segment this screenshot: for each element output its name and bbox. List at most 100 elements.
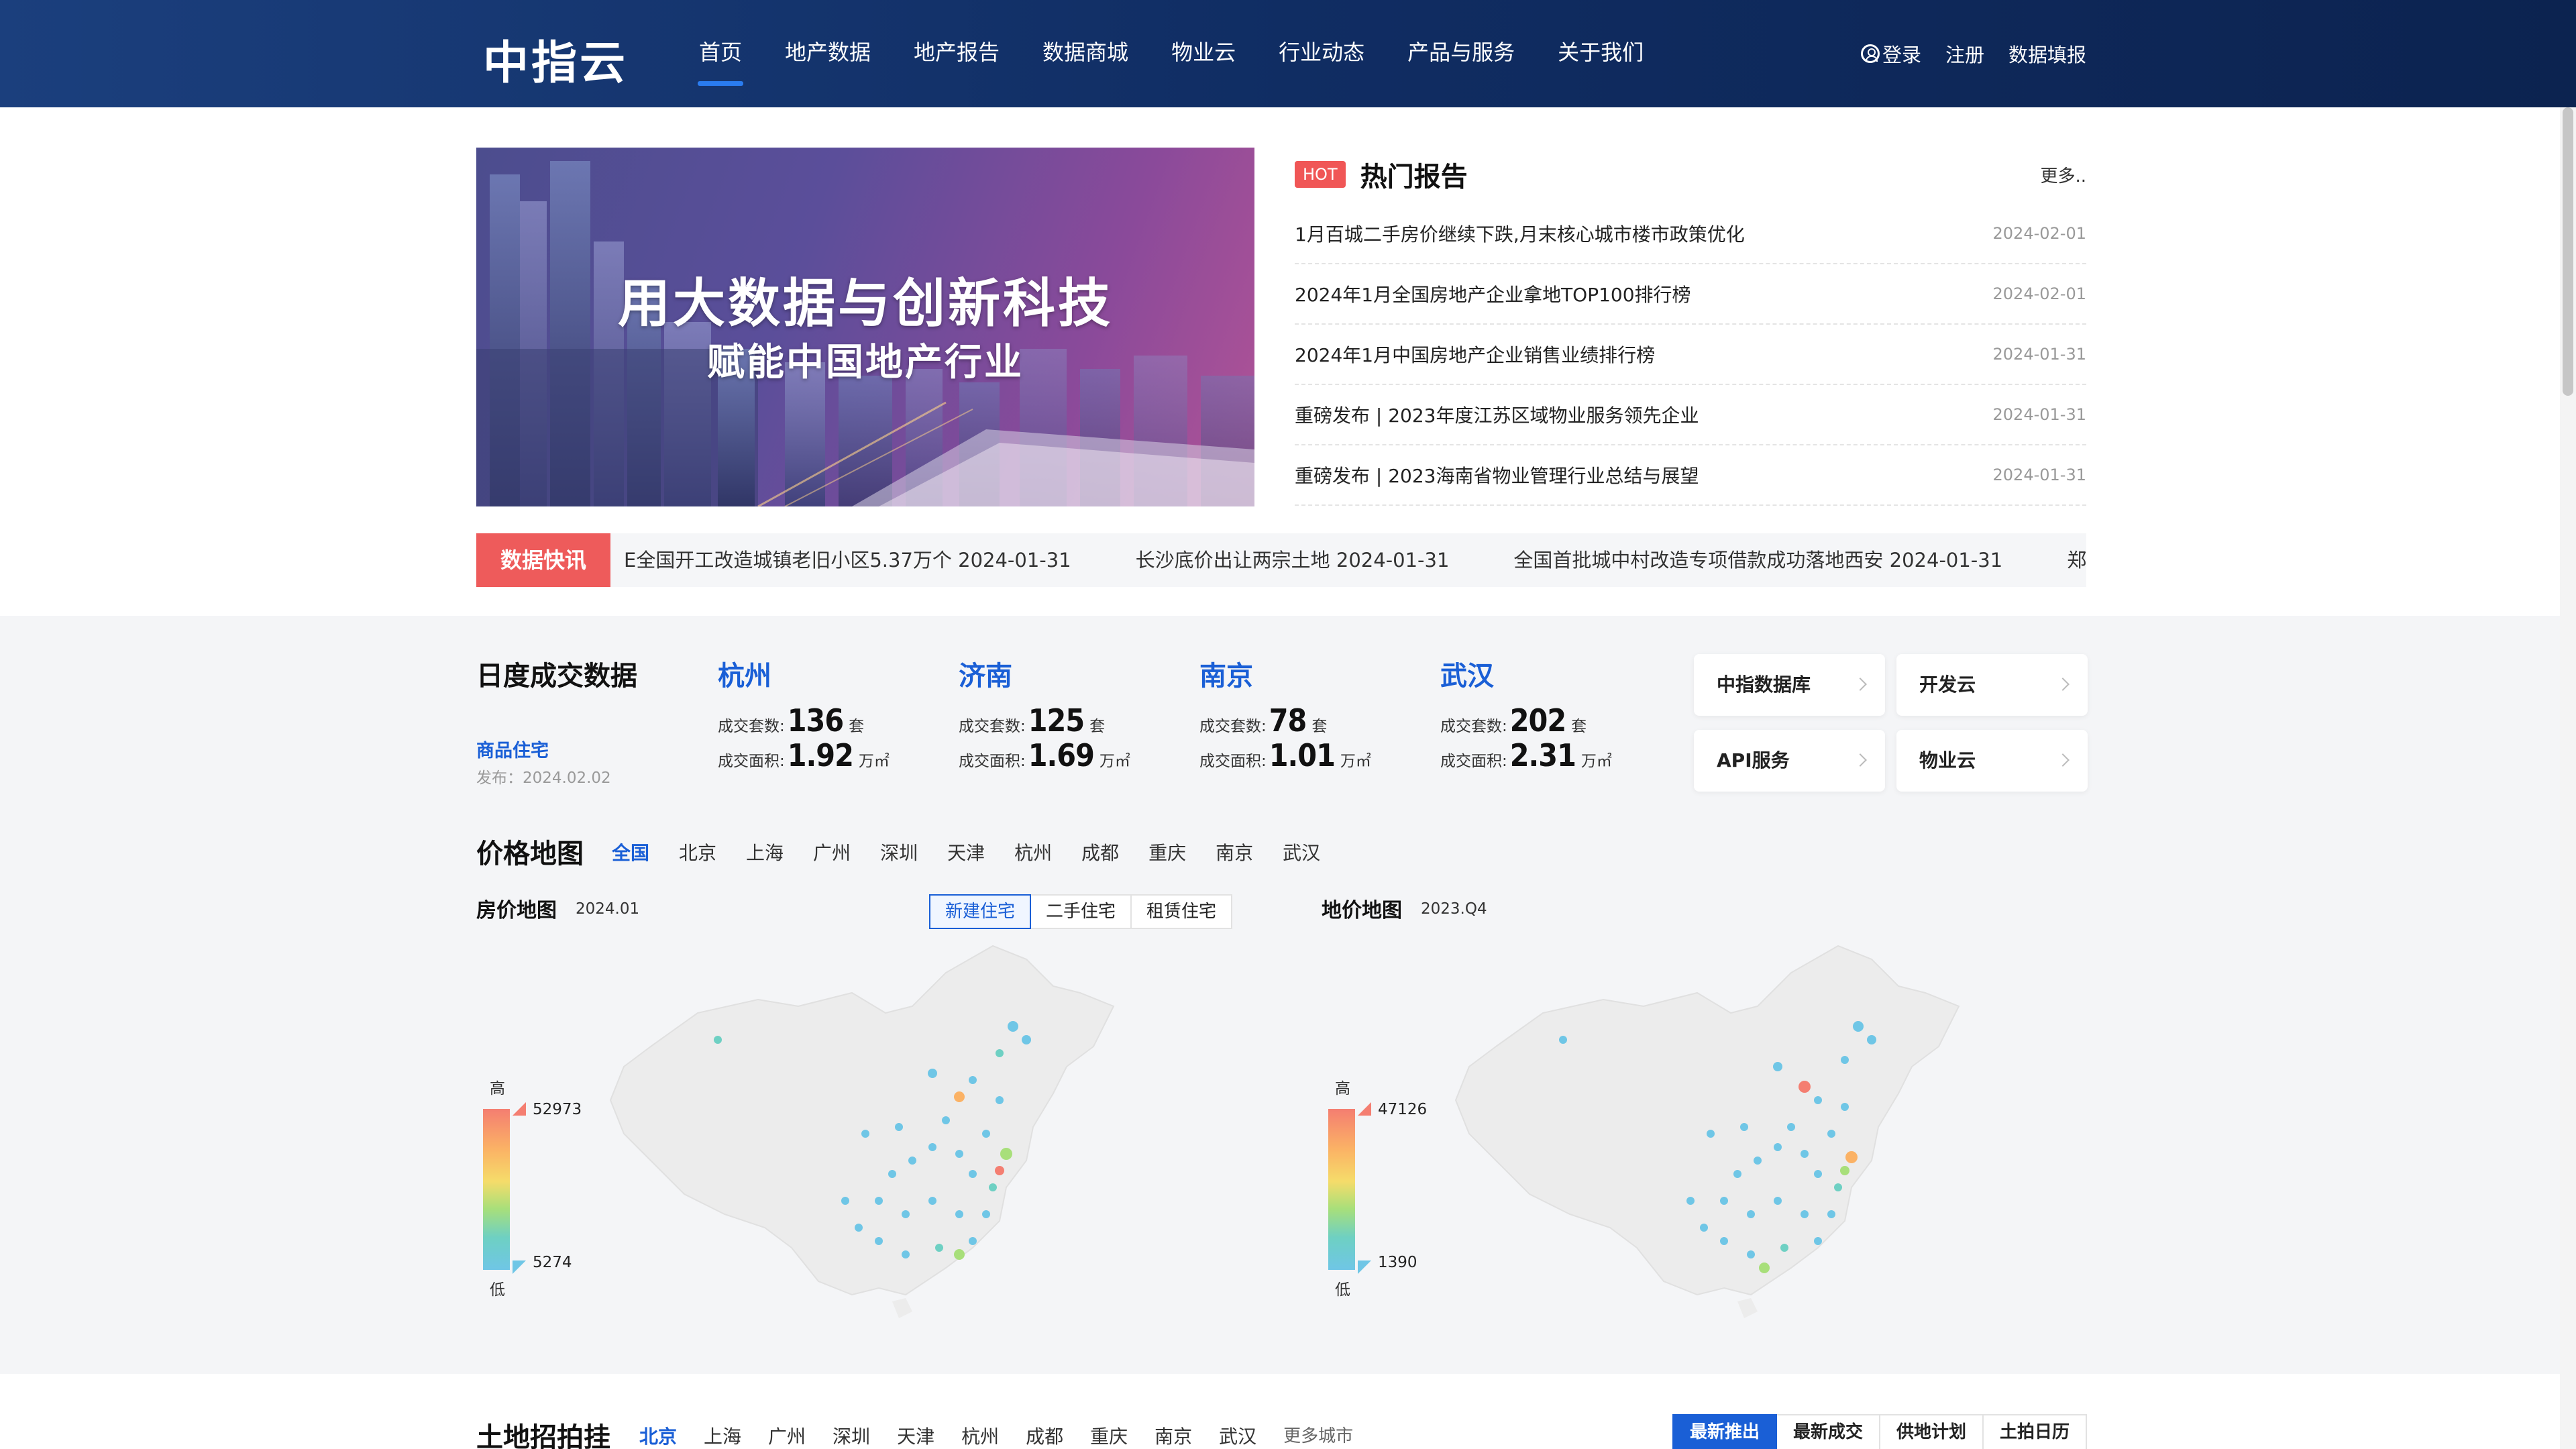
- tab-shenzhen[interactable]: 深圳: [880, 839, 918, 865]
- banner-subheadline: 赋能中国地产行业: [707, 341, 1024, 384]
- deal-area-value: 1.69: [1028, 737, 1095, 773]
- legend-color-scale[interactable]: [1328, 1109, 1355, 1270]
- tab-nanjing[interactable]: 南京: [1216, 839, 1253, 865]
- house-price-china-map[interactable]: [597, 932, 1127, 1342]
- quick-link-property-cloud[interactable]: 物业云: [1896, 730, 2088, 792]
- top-header: 中指云 首页 地产数据 地产报告 数据商城 物业云 行业动态 产品与服务 关于我…: [0, 0, 2576, 107]
- legend-max-value: 47126: [1378, 1101, 1428, 1118]
- deal-area-label: 成交面积:: [959, 753, 1026, 770]
- segment-supply-plan[interactable]: 供地计划: [1880, 1414, 1984, 1449]
- tab-shanghai[interactable]: 上海: [746, 839, 784, 865]
- segment-rental[interactable]: 租赁住宅: [1132, 894, 1233, 929]
- segment-second-hand[interactable]: 二手住宅: [1031, 894, 1132, 929]
- deal-area-unit: 万㎡: [1340, 753, 1371, 770]
- tab-wuhan[interactable]: 武汉: [1219, 1422, 1256, 1449]
- hot-reports-more-link[interactable]: 更多..: [2040, 162, 2086, 187]
- deal-sets-row: 成交套数: 125 套: [959, 702, 1187, 739]
- deal-area-value: 1.01: [1269, 737, 1336, 773]
- list-item[interactable]: 1月百城二手房价继续下跌,月末核心城市楼市政策优化 2024-02-01: [1295, 204, 2086, 264]
- list-item[interactable]: 2024年1月中国房地产企业销售业绩排行榜 2024-01-31: [1295, 325, 2086, 385]
- tab-more-cities[interactable]: 更多城市: [1283, 1422, 1353, 1449]
- nav-property-cloud[interactable]: 物业云: [1157, 0, 1250, 107]
- data-fill-link[interactable]: 数据填报: [2008, 40, 2086, 68]
- quick-link-label: 物业云: [1919, 749, 1976, 771]
- quick-link-dev-cloud[interactable]: 开发云: [1896, 654, 2088, 716]
- deal-sets-value: 136: [787, 702, 844, 739]
- deal-area-unit: 万㎡: [1580, 753, 1612, 770]
- legend-max-value: 52973: [533, 1101, 582, 1118]
- city-name[interactable]: 武汉: [1440, 654, 1668, 693]
- city-name[interactable]: 济南: [959, 654, 1187, 693]
- ticker-item[interactable]: E全国开工改造城镇老旧小区5.37万个 2024-01-31: [624, 533, 1071, 587]
- tab-beijing[interactable]: 北京: [639, 1422, 677, 1449]
- hot-reports-panel: HOT 热门报告 更多.. 1月百城二手房价继续下跌,月末核心城市楼市政策优化 …: [1295, 148, 2086, 506]
- segment-latest-listed[interactable]: 最新推出: [1672, 1414, 1778, 1449]
- land-price-china-map[interactable]: [1442, 932, 1972, 1342]
- land-price-map-title: 地价地图: [1322, 899, 1402, 922]
- city-name[interactable]: 南京: [1199, 654, 1428, 693]
- legend-max-handle[interactable]: [513, 1102, 526, 1116]
- list-item[interactable]: 重磅发布 | 2023海南省物业管理行业总结与展望 2024-01-31: [1295, 445, 2086, 506]
- deal-area-row: 成交面积: 1.01 万㎡: [1199, 737, 1428, 773]
- tab-hangzhou[interactable]: 杭州: [1014, 839, 1052, 865]
- quick-link-label: API服务: [1717, 749, 1790, 771]
- tab-nanjing[interactable]: 南京: [1155, 1422, 1192, 1449]
- tab-guangzhou[interactable]: 广州: [813, 839, 851, 865]
- legend-min-handle[interactable]: [1358, 1260, 1371, 1274]
- legend-min-handle[interactable]: [513, 1260, 526, 1274]
- tab-wuhan[interactable]: 武汉: [1283, 839, 1320, 865]
- nav-home[interactable]: 首页: [684, 0, 757, 107]
- nav-about-us[interactable]: 关于我们: [1543, 0, 1658, 107]
- deal-sets-label: 成交套数:: [1199, 718, 1267, 735]
- tab-shenzhen[interactable]: 深圳: [833, 1422, 870, 1449]
- segment-latest-deals[interactable]: 最新成交: [1777, 1414, 1881, 1449]
- deal-sets-unit: 套: [1311, 718, 1328, 735]
- login-link[interactable]: 登录: [1860, 40, 1921, 68]
- tab-beijing[interactable]: 北京: [679, 839, 716, 865]
- legend-max-handle[interactable]: [1358, 1102, 1371, 1116]
- tab-tianjin[interactable]: 天津: [897, 1422, 934, 1449]
- ticker-item[interactable]: 郑州2: [2067, 533, 2086, 587]
- tab-national[interactable]: 全国: [612, 839, 649, 865]
- scroll-thumb[interactable]: [2563, 107, 2573, 396]
- deal-area-label: 成交面积:: [718, 753, 785, 770]
- land-auction-title: 土地招拍挂: [476, 1422, 610, 1449]
- segment-new-housing[interactable]: 新建住宅: [929, 894, 1032, 929]
- chevron-right-icon: [2056, 678, 2070, 691]
- land-city-tabs: 北京 上海 广州 深圳 天津 杭州 成都 重庆 南京 武汉 更多城市: [639, 1422, 1380, 1449]
- tab-chongqing[interactable]: 重庆: [1148, 839, 1186, 865]
- site-logo[interactable]: 中指云: [483, 25, 628, 92]
- nav-industry-news[interactable]: 行业动态: [1264, 0, 1379, 107]
- tab-hangzhou[interactable]: 杭州: [961, 1422, 999, 1449]
- quick-link-api-service[interactable]: API服务: [1694, 730, 1885, 792]
- daily-property-type[interactable]: 商品住宅: [476, 736, 549, 762]
- city-card-hangzhou: 杭州 成交套数: 136 套 成交面积: 1.92 万㎡: [718, 654, 946, 773]
- nav-property-reports[interactable]: 地产报告: [899, 0, 1014, 107]
- nav-products-services[interactable]: 产品与服务: [1393, 0, 1529, 107]
- hainan-island: [1737, 1298, 1758, 1318]
- legend-color-scale[interactable]: [483, 1109, 510, 1270]
- tab-shanghai[interactable]: 上海: [704, 1422, 741, 1449]
- price-map-title: 价格地图: [476, 839, 584, 869]
- city-name[interactable]: 杭州: [718, 654, 946, 693]
- hero-banner[interactable]: 用大数据与创新科技 赋能中国地产行业: [476, 148, 1254, 506]
- register-link[interactable]: 注册: [1945, 40, 1984, 68]
- deal-sets-label: 成交套数:: [718, 718, 785, 735]
- tab-tianjin[interactable]: 天津: [947, 839, 985, 865]
- tab-guangzhou[interactable]: 广州: [768, 1422, 806, 1449]
- tab-chongqing[interactable]: 重庆: [1090, 1422, 1128, 1449]
- tab-chengdu[interactable]: 成都: [1026, 1422, 1063, 1449]
- city-card-wuhan: 武汉 成交套数: 202 套 成交面积: 2.31 万㎡: [1440, 654, 1668, 773]
- nav-data-mall[interactable]: 数据商城: [1028, 0, 1143, 107]
- tab-chengdu[interactable]: 成都: [1081, 839, 1119, 865]
- list-item[interactable]: 2024年1月全国房地产企业拿地TOP100排行榜 2024-02-01: [1295, 264, 2086, 325]
- ticker-item[interactable]: 全国首批城中村改造专项借款成功落地西安 2024-01-31: [1513, 533, 2002, 587]
- ticker-item[interactable]: 长沙底价出让两宗土地 2024-01-31: [1136, 533, 1450, 587]
- list-item[interactable]: 重磅发布 | 2023年度江苏区域物业服务领先企业 2024-01-31: [1295, 385, 2086, 445]
- quick-link-index-database[interactable]: 中指数据库: [1694, 654, 1885, 716]
- chevron-right-icon: [2056, 753, 2070, 767]
- segment-auction-calendar[interactable]: 土拍日历: [1984, 1414, 2088, 1449]
- page-scrollbar[interactable]: [2560, 107, 2576, 1449]
- nav-property-data[interactable]: 地产数据: [770, 0, 885, 107]
- deal-sets-unit: 套: [1571, 718, 1587, 735]
